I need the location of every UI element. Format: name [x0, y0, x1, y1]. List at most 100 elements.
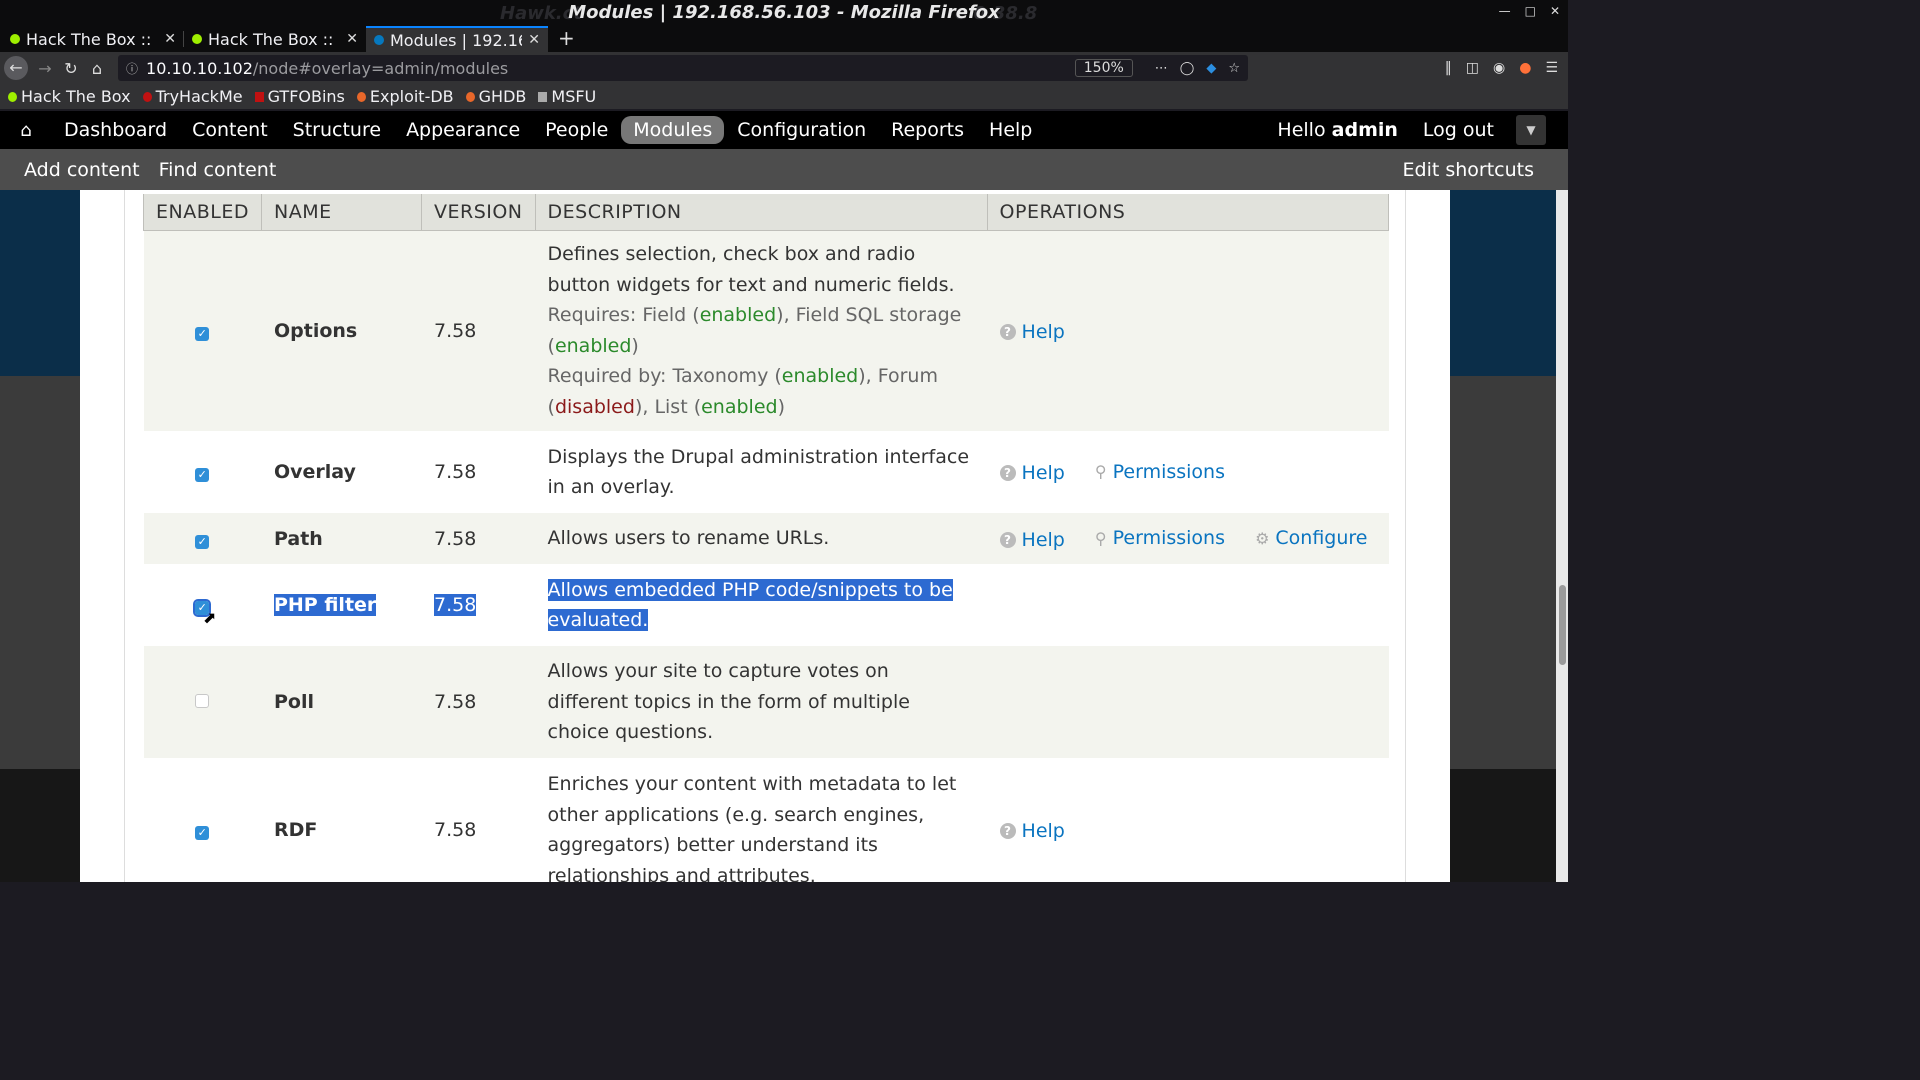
bookmark-hack-the-box[interactable]: Hack The Box	[8, 87, 131, 106]
page-actions-icon[interactable]: ⋯	[1155, 61, 1168, 76]
module-version: 7.58	[421, 513, 536, 564]
module-enabled-checkbox[interactable]: ✓	[195, 326, 210, 341]
tryhackme-favicon-icon	[142, 91, 152, 102]
key-icon: ⚲	[1094, 528, 1107, 548]
back-arrow-icon[interactable]: ←	[4, 56, 28, 80]
module-name: PHP filter	[261, 564, 422, 646]
close-window-icon[interactable]: ✕	[1550, 4, 1560, 18]
module-operations	[987, 646, 1389, 758]
bookmark-gtfobins[interactable]: GTFOBins	[254, 87, 345, 106]
tab-label: Hack The Box :: M	[26, 29, 159, 49]
permissions-link[interactable]: ⚲ Permissions	[1095, 461, 1225, 483]
htb-favicon-icon	[8, 91, 17, 102]
toolbar-help[interactable]: Help	[977, 116, 1044, 144]
bookmark-star-icon[interactable]: ☆	[1228, 61, 1240, 76]
zoom-level-button[interactable]: 150%	[1074, 59, 1133, 77]
module-operations: ? Help	[987, 758, 1389, 882]
table-row: ✓ Path 7.58 Allows users to rename URLs.…	[143, 513, 1389, 564]
admin-overlay: ENABLED NAME VERSION DESCRIPTION OPERATI…	[80, 190, 1450, 882]
toolbar-appearance[interactable]: Appearance	[394, 116, 532, 144]
page-scrollbar[interactable]	[1556, 190, 1568, 882]
help-link[interactable]: ? Help	[999, 529, 1065, 551]
module-version: 7.58	[421, 758, 536, 882]
site-info-icon[interactable]: ⓘ	[126, 60, 138, 77]
browser-tab-2[interactable]: Hack The Box :: H ✕	[184, 26, 366, 52]
bookmark-ghdb[interactable]: GHDB	[465, 87, 526, 106]
shortcuts-bar: Add content Find content Edit shortcuts	[0, 149, 1568, 190]
shortcut-add-content[interactable]: Add content	[24, 159, 140, 181]
home-icon[interactable]: ⌂	[0, 120, 52, 141]
browser-tab-1[interactable]: Hack The Box :: M ✕	[2, 26, 184, 52]
shortcut-find-content[interactable]: Find content	[159, 159, 277, 181]
tab-close-icon[interactable]: ✕	[164, 31, 176, 47]
module-name: RDF	[261, 758, 422, 882]
module-requires: Requires: Field (enabled), Field SQL sto…	[547, 304, 962, 357]
module-required-by: Required by: Taxonomy (enabled), Forum (…	[547, 365, 938, 418]
toolbar-dashboard[interactable]: Dashboard	[52, 116, 179, 144]
hamburger-menu-icon[interactable]: ☰	[1545, 60, 1558, 76]
tab-close-icon[interactable]: ✕	[528, 32, 540, 48]
module-name: Poll	[261, 646, 422, 758]
msfu-favicon-icon	[538, 91, 548, 102]
module-enabled-checkbox[interactable]	[195, 694, 210, 708]
account-icon[interactable]: ◉	[1493, 60, 1505, 76]
firefox-addon-icon[interactable]: ●	[1519, 60, 1531, 76]
minimize-icon[interactable]: —	[1499, 4, 1511, 18]
hello-user[interactable]: Hello admin	[1277, 119, 1397, 141]
module-enabled-checkbox[interactable]: ✓	[195, 826, 210, 840]
help-icon: ?	[999, 823, 1016, 839]
url-bar[interactable]: ⓘ 10.10.10.102/node#overlay=admin/module…	[118, 55, 1248, 81]
home-icon[interactable]: ⌂	[84, 59, 110, 78]
module-description: Allows your site to capture votes on dif…	[535, 646, 988, 758]
module-name: Options	[261, 230, 422, 431]
scrollbar-thumb[interactable]	[1559, 585, 1566, 665]
module-version: 7.58	[421, 564, 536, 646]
drupal-admin-toolbar: ⌂ Dashboard Content Structure Appearance…	[0, 111, 1568, 149]
forward-arrow-icon[interactable]: →	[32, 59, 58, 78]
maximize-icon[interactable]: □	[1525, 4, 1536, 18]
toolbar-modules[interactable]: Modules	[621, 116, 725, 144]
new-tab-icon[interactable]: +	[548, 26, 585, 52]
module-version: 7.58	[421, 230, 536, 431]
module-enabled-checkbox[interactable]: ✓	[195, 534, 210, 549]
toolbar-content[interactable]: Content	[180, 116, 280, 144]
toolbar-configuration[interactable]: Configuration	[725, 116, 878, 144]
table-row: ✓ PHP filter 7.58 Allows embedded PHP co…	[143, 564, 1389, 646]
pocket-icon[interactable]: ◯	[1180, 61, 1195, 76]
help-link[interactable]: ? Help	[999, 321, 1065, 343]
bookmark-tryhackme[interactable]: TryHackMe	[142, 87, 243, 106]
bookmark-exploit-db[interactable]: Exploit-DB	[356, 87, 454, 106]
table-row: Poll 7.58 Allows your site to capture vo…	[143, 646, 1389, 758]
bookmark-msfu[interactable]: MSFU	[538, 87, 596, 106]
shortcuts-toggle-chevron-icon[interactable]: ▼	[1516, 115, 1546, 145]
table-row: ✓ RDF 7.58 Enriches your content with me…	[143, 758, 1389, 882]
module-description: Displays the Drupal administration inter…	[535, 431, 988, 513]
extension-icon[interactable]: ◆	[1206, 61, 1216, 76]
library-icon[interactable]: ‖	[1445, 60, 1452, 76]
table-header-row: ENABLED NAME VERSION DESCRIPTION OPERATI…	[143, 194, 1390, 231]
modules-table: ENABLED NAME VERSION DESCRIPTION OPERATI…	[143, 194, 1390, 882]
permissions-link[interactable]: ⚲ Permissions	[1095, 527, 1225, 549]
sidebar-icon[interactable]: ◫	[1466, 60, 1479, 76]
help-icon: ?	[999, 465, 1016, 481]
toolbar-reports[interactable]: Reports	[879, 116, 976, 144]
module-version: 7.58	[421, 431, 536, 513]
header-name: NAME	[260, 194, 422, 231]
url-path: /node#overlay=admin/modules	[252, 58, 509, 78]
configure-link[interactable]: ⚙ Configure	[1255, 527, 1367, 549]
mouse-cursor-icon: ⬈	[203, 608, 217, 627]
reload-icon[interactable]: ↻	[58, 59, 84, 78]
tab-close-icon[interactable]: ✕	[346, 31, 358, 47]
edit-shortcuts-link[interactable]: Edit shortcuts	[1403, 159, 1535, 181]
browser-tab-3-active[interactable]: Modules | 192.16 ✕	[366, 26, 548, 52]
module-operations	[987, 564, 1389, 646]
toolbar-structure[interactable]: Structure	[281, 116, 393, 144]
module-enabled-checkbox[interactable]: ✓	[195, 468, 210, 482]
table-row: ✓ Overlay 7.58 Displays the Drupal admin…	[143, 431, 1389, 513]
toolbar-people[interactable]: People	[533, 116, 620, 144]
tab-strip: Hack The Box :: M ✕ Hack The Box :: H ✕ …	[0, 26, 1568, 52]
gear-icon: ⚙	[1255, 528, 1270, 548]
help-link[interactable]: ? Help	[999, 820, 1065, 842]
logout-link[interactable]: Log out	[1423, 119, 1494, 141]
help-link[interactable]: ? Help	[999, 462, 1065, 484]
